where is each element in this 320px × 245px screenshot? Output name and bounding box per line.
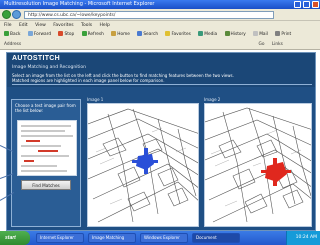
- minimize-icon[interactable]: [294, 1, 301, 8]
- left-map-drawing: [88, 108, 198, 223]
- intro-text: Select an image from the list on the lef…: [12, 73, 312, 83]
- toolbar-back-label: Back: [10, 32, 21, 37]
- toolbar-favorites-button[interactable]: Favorites: [165, 30, 191, 40]
- menu-tools[interactable]: Tools: [81, 21, 92, 30]
- find-matches-button[interactable]: Find Matches: [21, 180, 71, 190]
- media-icon: [198, 31, 204, 36]
- menu-help[interactable]: Help: [100, 21, 110, 30]
- toolbar-back-button[interactable]: Back: [4, 30, 20, 40]
- thumb-text-line: [21, 155, 69, 157]
- forward-arrow-icon: [27, 31, 33, 36]
- toolbar-home-label: Home: [117, 32, 130, 37]
- menu-view[interactable]: View: [35, 21, 46, 30]
- menu-favorites[interactable]: Favorites: [53, 21, 73, 30]
- toolbar: Back Forward Stop Refresh Home Search Fa…: [0, 30, 320, 40]
- toolbar-search-label: Search: [143, 32, 159, 37]
- browser-screen: Multiresolution Image Matching - Microso…: [0, 0, 320, 245]
- refresh-icon: [81, 31, 87, 36]
- page-header: AUTOSTITCH Image Matching and Recognitio…: [7, 53, 315, 87]
- toolbar-refresh-label: Refresh: [87, 32, 104, 37]
- home-icon: [111, 31, 117, 36]
- right-map-image[interactable]: [204, 103, 312, 227]
- thumb-text-line: [21, 145, 61, 147]
- web-page: AUTOSTITCH Image Matching and Recognitio…: [6, 52, 316, 231]
- menu-edit[interactable]: Edit: [19, 21, 28, 30]
- left-match-marker: [132, 148, 158, 174]
- address-bar: http://www.cs.ubc.ca/~lowe/keypoints/: [0, 9, 320, 21]
- taskbar-item[interactable]: Image Matching: [88, 233, 136, 243]
- thumb-highlight: [38, 150, 58, 152]
- image-list-panel: Choose a test image pair from the list b…: [11, 99, 81, 227]
- taskbar-item[interactable]: Document: [192, 233, 240, 243]
- toolbar-print-label: Print: [281, 32, 292, 37]
- url-input[interactable]: http://www.cs.ubc.ca/~lowe/keypoints/: [24, 11, 274, 19]
- start-button[interactable]: start: [0, 231, 30, 245]
- taskbar-item[interactable]: Internet Explorer: [36, 233, 84, 243]
- toolbar-print-button[interactable]: Print: [275, 30, 291, 40]
- address-label: Address: [4, 42, 22, 47]
- system-tray-clock: 10:24 AM: [286, 231, 320, 245]
- close-icon[interactable]: [312, 1, 319, 8]
- back-arrow-icon: [4, 31, 9, 36]
- toolbar-media-button[interactable]: Media: [198, 30, 217, 40]
- window-title: Multiresolution Image Matching - Microso…: [4, 1, 155, 7]
- toolbar-stop-label: Stop: [64, 32, 75, 37]
- toolbar-forward-button[interactable]: Forward: [27, 30, 52, 40]
- forward-icon[interactable]: [12, 10, 21, 19]
- back-icon[interactable]: [2, 10, 11, 19]
- intro-line: Matched regions are highlighted in each …: [12, 78, 165, 83]
- thumb-text-line: [21, 170, 67, 172]
- go-button[interactable]: Go: [259, 40, 265, 49]
- search-icon: [137, 31, 143, 36]
- menu-file[interactable]: File: [4, 21, 12, 30]
- star-icon: [165, 31, 171, 36]
- menu-bar: File Edit View Favorites Tools Help: [0, 21, 320, 30]
- right-map-label: Image 2: [204, 97, 221, 102]
- mail-icon: [253, 31, 259, 36]
- right-match-marker: [261, 158, 291, 186]
- divider: [12, 84, 312, 85]
- toolbar-refresh-button[interactable]: Refresh: [81, 30, 104, 40]
- thumb-text-line: [21, 125, 71, 127]
- thumb-highlight: [24, 160, 34, 162]
- toolbar-media-label: Media: [204, 32, 218, 37]
- toolbar-home-button[interactable]: Home: [111, 30, 130, 40]
- image-list-thumbnail[interactable]: [17, 120, 77, 176]
- toolbar-search-button[interactable]: Search: [137, 30, 158, 40]
- toolbar-history-button[interactable]: History: [224, 30, 246, 40]
- history-icon: [224, 31, 230, 36]
- right-map-drawing: [205, 107, 311, 223]
- taskbar: start Internet Explorer Image Matching W…: [0, 231, 320, 245]
- image-list-instructions: Choose a test image pair from the list b…: [15, 103, 76, 113]
- thumb-text-line: [21, 165, 57, 167]
- toolbar-favorites-label: Favorites: [171, 32, 191, 37]
- page-title: AUTOSTITCH: [12, 55, 60, 62]
- printer-icon: [275, 31, 281, 36]
- links-bar: Address Go Links: [0, 40, 320, 50]
- taskbar-item[interactable]: Windows Explorer: [140, 233, 188, 243]
- thumb-text-line: [21, 135, 73, 137]
- toolbar-mail-label: Mail: [259, 32, 268, 37]
- thumb-highlight: [26, 140, 40, 142]
- left-map-label: Image 1: [87, 97, 104, 102]
- window-titlebar: Multiresolution Image Matching - Microso…: [0, 0, 320, 9]
- toolbar-history-label: History: [230, 32, 246, 37]
- links-label[interactable]: Links: [272, 40, 283, 49]
- stop-icon: [58, 31, 64, 36]
- thumb-text-line: [21, 130, 65, 132]
- page-subtitle: Image Matching and Recognition: [12, 65, 87, 70]
- left-map-image[interactable]: [87, 103, 199, 227]
- toolbar-forward-label: Forward: [33, 32, 52, 37]
- toolbar-stop-button[interactable]: Stop: [58, 30, 74, 40]
- maximize-icon[interactable]: [303, 1, 310, 8]
- toolbar-mail-button[interactable]: Mail: [253, 30, 268, 40]
